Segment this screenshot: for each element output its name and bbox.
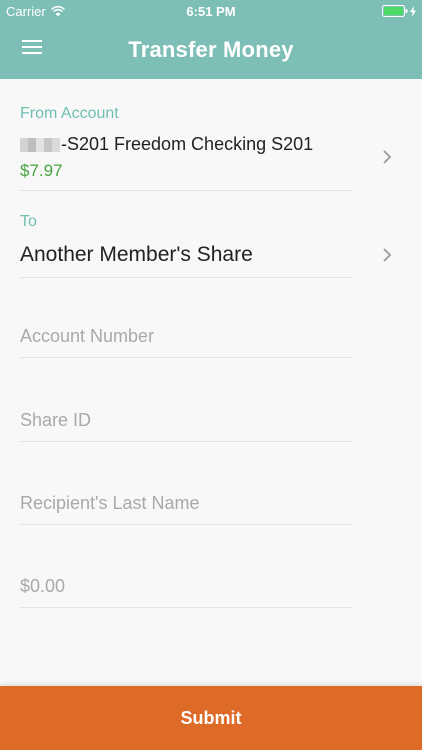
divider xyxy=(20,607,352,608)
divider xyxy=(20,190,352,191)
status-bar: Carrier 6:51 PM xyxy=(0,0,422,22)
to-label: To xyxy=(20,213,37,230)
from-account-name: -S201 Freedom Checking S201 xyxy=(61,134,314,154)
charging-bolt-icon xyxy=(410,5,416,17)
from-account-label: From Account xyxy=(20,105,119,122)
recipient-last-name-input[interactable] xyxy=(20,487,352,519)
status-time: 6:51 PM xyxy=(186,4,236,19)
from-account-line: -S201 Freedom Checking S201 xyxy=(20,134,313,155)
submit-button[interactable]: Submit xyxy=(0,686,422,750)
divider xyxy=(20,357,352,358)
battery-indicator xyxy=(382,5,416,17)
amount-input[interactable] xyxy=(20,570,352,602)
battery-icon xyxy=(382,5,408,17)
transfer-form: From Account -S201 Freedom Checking S201… xyxy=(0,79,422,686)
divider xyxy=(20,441,352,442)
page-title: Transfer Money xyxy=(128,37,294,62)
account-number-row xyxy=(20,320,352,354)
from-account-selector[interactable]: From Account -S201 Freedom Checking S201… xyxy=(0,79,422,191)
account-number-input[interactable] xyxy=(20,320,352,352)
share-id-row xyxy=(20,404,352,438)
last-name-row xyxy=(20,487,352,521)
chevron-right-icon xyxy=(383,248,392,262)
nav-bar: Transfer Money xyxy=(0,22,422,79)
to-account-selector[interactable]: To Another Member's Share xyxy=(0,209,422,281)
amount-row xyxy=(20,570,352,604)
masked-account-number xyxy=(20,137,60,152)
from-account-balance: $7.97 xyxy=(20,161,63,180)
to-value: Another Member's Share xyxy=(20,243,253,266)
share-id-input[interactable] xyxy=(20,404,352,436)
divider xyxy=(20,524,352,525)
divider xyxy=(20,277,352,278)
chevron-right-icon xyxy=(383,150,392,164)
